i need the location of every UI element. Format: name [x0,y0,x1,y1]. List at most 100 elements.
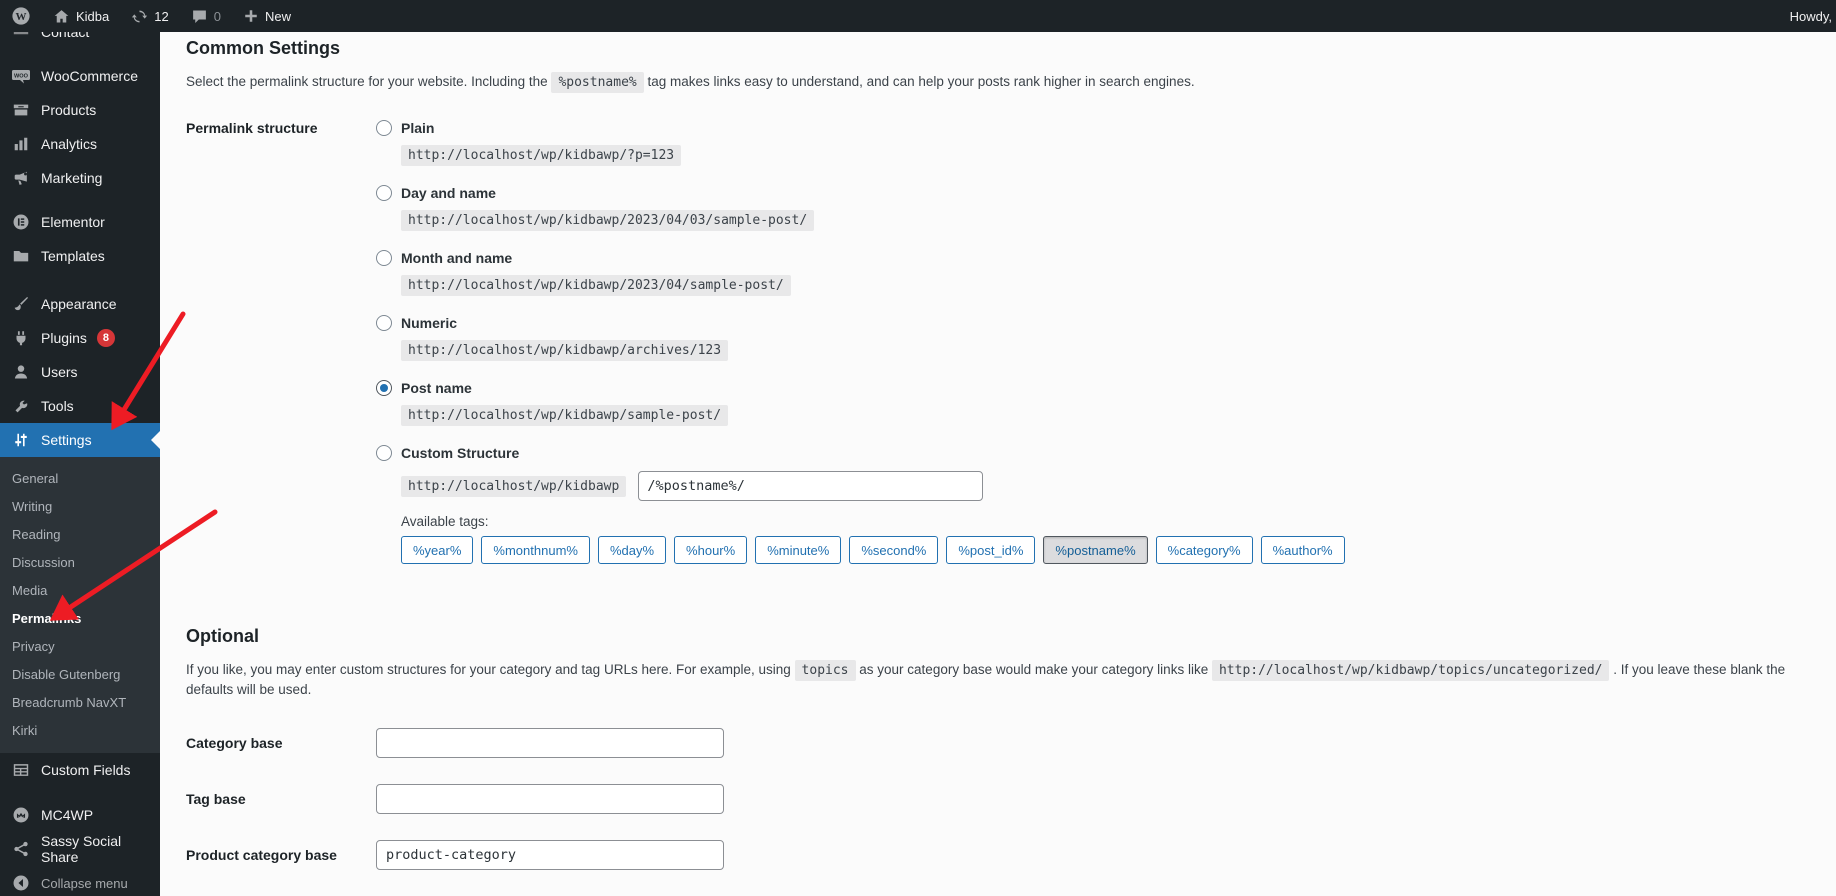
sidebar-item-plugins[interactable]: Plugins 8 [0,321,160,355]
sidebar-item-appearance[interactable]: Appearance [0,287,160,321]
plugins-update-badge: 8 [97,329,115,347]
site-name-menu[interactable]: Kidba [42,0,120,32]
collapse-arrow-icon [11,873,31,893]
custom-structure-url-prefix: http://localhost/wp/kidbawp [401,476,626,497]
submenu-item-disable-gutenberg[interactable]: Disable Gutenberg [0,661,160,689]
mc4wp-icon [11,805,31,825]
submenu-item-reading[interactable]: Reading [0,521,160,549]
submenu-item-kirki[interactable]: Kirki [0,717,160,745]
contact-icon [11,32,31,42]
tag-button-second[interactable]: %second% [849,536,938,564]
tag-button-category[interactable]: %category% [1156,536,1253,564]
submenu-item-general[interactable]: General [0,465,160,493]
wordpress-admin-screen: W Kidba 12 0 New Howd [0,0,1836,896]
wordpress-logo-icon[interactable]: W [0,0,42,32]
postname-inline-code: %postname% [551,72,643,93]
submenu-item-permalinks[interactable]: Permalinks [0,605,160,633]
tag-button-monthnum[interactable]: %monthnum% [481,536,590,564]
sidebar-item-elementor[interactable]: Elementor [0,205,160,239]
day-and-name-radio[interactable] [376,185,392,201]
category-link-inline-code: http://localhost/wp/kidbawp/topics/uncat… [1212,660,1610,681]
new-menu[interactable]: New [232,0,302,32]
updates-menu[interactable]: 12 [120,0,179,32]
share-icon [11,839,31,859]
sidebar-item-label: Analytics [41,136,97,152]
submenu-item-privacy[interactable]: Privacy [0,633,160,661]
paintbrush-icon [11,294,31,314]
custom-structure-input[interactable] [638,471,983,501]
month-and-name-label[interactable]: Month and name [401,250,512,266]
home-icon [53,8,70,25]
tag-base-input[interactable] [376,784,724,814]
product-category-base-row: Product category base [186,840,1812,870]
day-and-name-label[interactable]: Day and name [401,185,496,201]
tag-button-minute[interactable]: %minute% [755,536,841,564]
post-name-radio[interactable] [376,380,392,396]
plus-icon [243,8,259,24]
option-month-and-name: Month and name http://localhost/wp/kidba… [376,248,1345,296]
numeric-radio[interactable] [376,315,392,331]
elementor-icon [11,212,31,232]
sidebar-item-woocommerce[interactable]: WOO WooCommerce [0,59,160,93]
custom-structure-label[interactable]: Custom Structure [401,445,519,461]
menu-separator [0,787,160,798]
sidebar-item-analytics[interactable]: Analytics [0,127,160,161]
numeric-label[interactable]: Numeric [401,315,457,331]
sidebar-item-label: Sassy Social Share [41,833,150,865]
sidebar-item-templates[interactable]: Templates [0,239,160,273]
month-and-name-radio[interactable] [376,250,392,266]
woocommerce-icon: WOO [11,66,31,86]
product-category-base-input[interactable] [376,840,724,870]
tag-button-author[interactable]: %author% [1261,536,1345,564]
collapse-menu-button[interactable]: Collapse menu [0,866,160,896]
settings-submenu: General Writing Reading Discussion Media… [0,457,160,753]
submenu-item-breadcrumb-navxt[interactable]: Breadcrumb NavXT [0,689,160,717]
permalink-settings-page: Common Settings Select the permalink str… [160,32,1836,896]
plain-example-url: http://localhost/wp/kidbawp/?p=123 [401,145,681,166]
menu-separator [0,195,160,205]
tag-button-hour[interactable]: %hour% [674,536,747,564]
permalink-structure-form: Permalink structure Plain http://localho… [186,118,1812,581]
user-icon [11,362,31,382]
custom-structure-radio[interactable] [376,445,392,461]
tag-button-postname[interactable]: %postname% [1043,536,1147,564]
sidebar-item-label: Custom Fields [41,762,130,778]
plain-radio[interactable] [376,120,392,136]
sidebar-item-marketing[interactable]: Marketing [0,161,160,195]
option-custom-structure: Custom Structure http://localhost/wp/kid… [376,443,1345,564]
sidebar-item-sassy-social-share[interactable]: Sassy Social Share [0,832,160,866]
sidebar-item-products[interactable]: Products [0,93,160,127]
sidebar-item-tools[interactable]: Tools [0,389,160,423]
tag-button-post-id[interactable]: %post_id% [946,536,1035,564]
submenu-item-discussion[interactable]: Discussion [0,549,160,577]
sidebar-item-label: Contact [41,32,89,40]
sidebar-item-settings[interactable]: Settings [0,423,160,457]
optional-fields: Category base Tag base Product category … [186,728,1812,896]
sidebar-item-users[interactable]: Users [0,355,160,389]
available-tags-row: %year% %monthnum% %day% %hour% %minute% … [401,536,1345,564]
wrench-icon [11,396,31,416]
plain-label[interactable]: Plain [401,120,434,136]
comment-bubble-icon [191,8,208,25]
comments-menu[interactable]: 0 [180,0,232,32]
option-post-name: Post name http://localhost/wp/kidbawp/sa… [376,378,1345,426]
new-label: New [265,9,291,24]
howdy-menu[interactable]: Howdy, [1790,9,1836,24]
sidebar-item-label: Elementor [41,214,105,230]
submenu-item-media[interactable]: Media [0,577,160,605]
option-numeric: Numeric http://localhost/wp/kidbawp/arch… [376,313,1345,361]
sidebar-item-label: Templates [41,248,105,264]
sidebar-item-custom-fields[interactable]: Custom Fields [0,753,160,787]
permalink-structure-label: Permalink structure [186,118,376,581]
sidebar-item-contact[interactable]: Contact [0,32,160,49]
topics-inline-code: topics [795,660,856,681]
sidebar-item-mc4wp[interactable]: MC4WP [0,798,160,832]
tag-button-year[interactable]: %year% [401,536,473,564]
submenu-item-writing[interactable]: Writing [0,493,160,521]
tag-base-label: Tag base [186,791,376,807]
category-base-input[interactable] [376,728,724,758]
description-text: as your category base would make your ca… [859,662,1208,677]
post-name-label[interactable]: Post name [401,380,472,396]
tag-button-day[interactable]: %day% [598,536,666,564]
products-box-icon [11,100,31,120]
